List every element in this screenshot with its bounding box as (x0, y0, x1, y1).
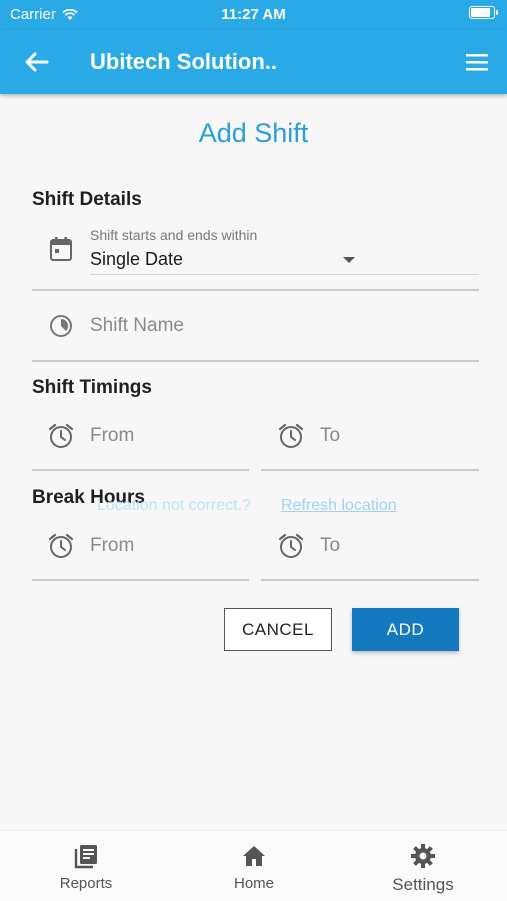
shift-from-input[interactable]: From (90, 425, 134, 447)
clock: 11:27 AM (221, 6, 286, 23)
dropdown-underline (90, 274, 479, 275)
nav-label-settings: Settings (392, 875, 454, 894)
shift-range-label: Shift starts and ends within (90, 227, 258, 243)
cancel-button[interactable]: CANCEL (224, 608, 332, 651)
calendar-icon (50, 237, 72, 261)
shift-to-input[interactable]: To (320, 425, 340, 447)
divider (32, 289, 479, 291)
break-from-input[interactable]: From (90, 535, 134, 557)
home-icon (243, 846, 265, 866)
alarm-clock-icon (278, 423, 304, 448)
shift-name-underline (32, 360, 479, 362)
reports-icon (74, 845, 97, 869)
refresh-location-link[interactable]: Refresh location (281, 497, 397, 515)
break-to-input[interactable]: To (320, 535, 340, 557)
break-from-underline (32, 579, 249, 581)
gear-icon (411, 844, 435, 868)
shift-name-input[interactable]: Shift Name (90, 315, 184, 337)
shift-timings-heading: Shift Timings (32, 377, 152, 398)
nav-label-home: Home (233, 875, 274, 892)
back-arrow-icon[interactable] (22, 48, 50, 76)
timelapse-icon (50, 315, 72, 337)
app-bar: Ubitech Solution.. (0, 30, 507, 94)
shift-from-underline (32, 469, 249, 471)
status-bar: Carrier 11:27 AM (0, 0, 507, 30)
shift-to-underline (261, 469, 479, 471)
nav-item-reports[interactable]: Reports (36, 843, 136, 892)
add-button[interactable]: ADD (352, 608, 459, 651)
hamburger-menu-icon[interactable] (465, 50, 489, 74)
page-title: Add Shift (198, 118, 309, 148)
dropdown-arrow-icon[interactable] (343, 257, 355, 263)
alarm-clock-icon (48, 423, 74, 448)
nav-label-reports: Reports (59, 875, 113, 892)
app-title: Ubitech Solution.. (90, 49, 277, 74)
nav-item-settings[interactable]: Settings (373, 843, 473, 895)
shift-details-heading: Shift Details (32, 189, 142, 210)
bottom-navigation: Reports Home Settings (0, 830, 507, 901)
location-warning-text: Location not correct.? (97, 497, 251, 514)
alarm-clock-icon (48, 533, 74, 558)
break-to-underline (261, 579, 479, 581)
nav-item-home[interactable]: Home (204, 843, 304, 892)
shift-range-dropdown[interactable]: Single Date (90, 249, 183, 270)
battery-icon (469, 6, 498, 19)
alarm-clock-icon (278, 533, 304, 558)
